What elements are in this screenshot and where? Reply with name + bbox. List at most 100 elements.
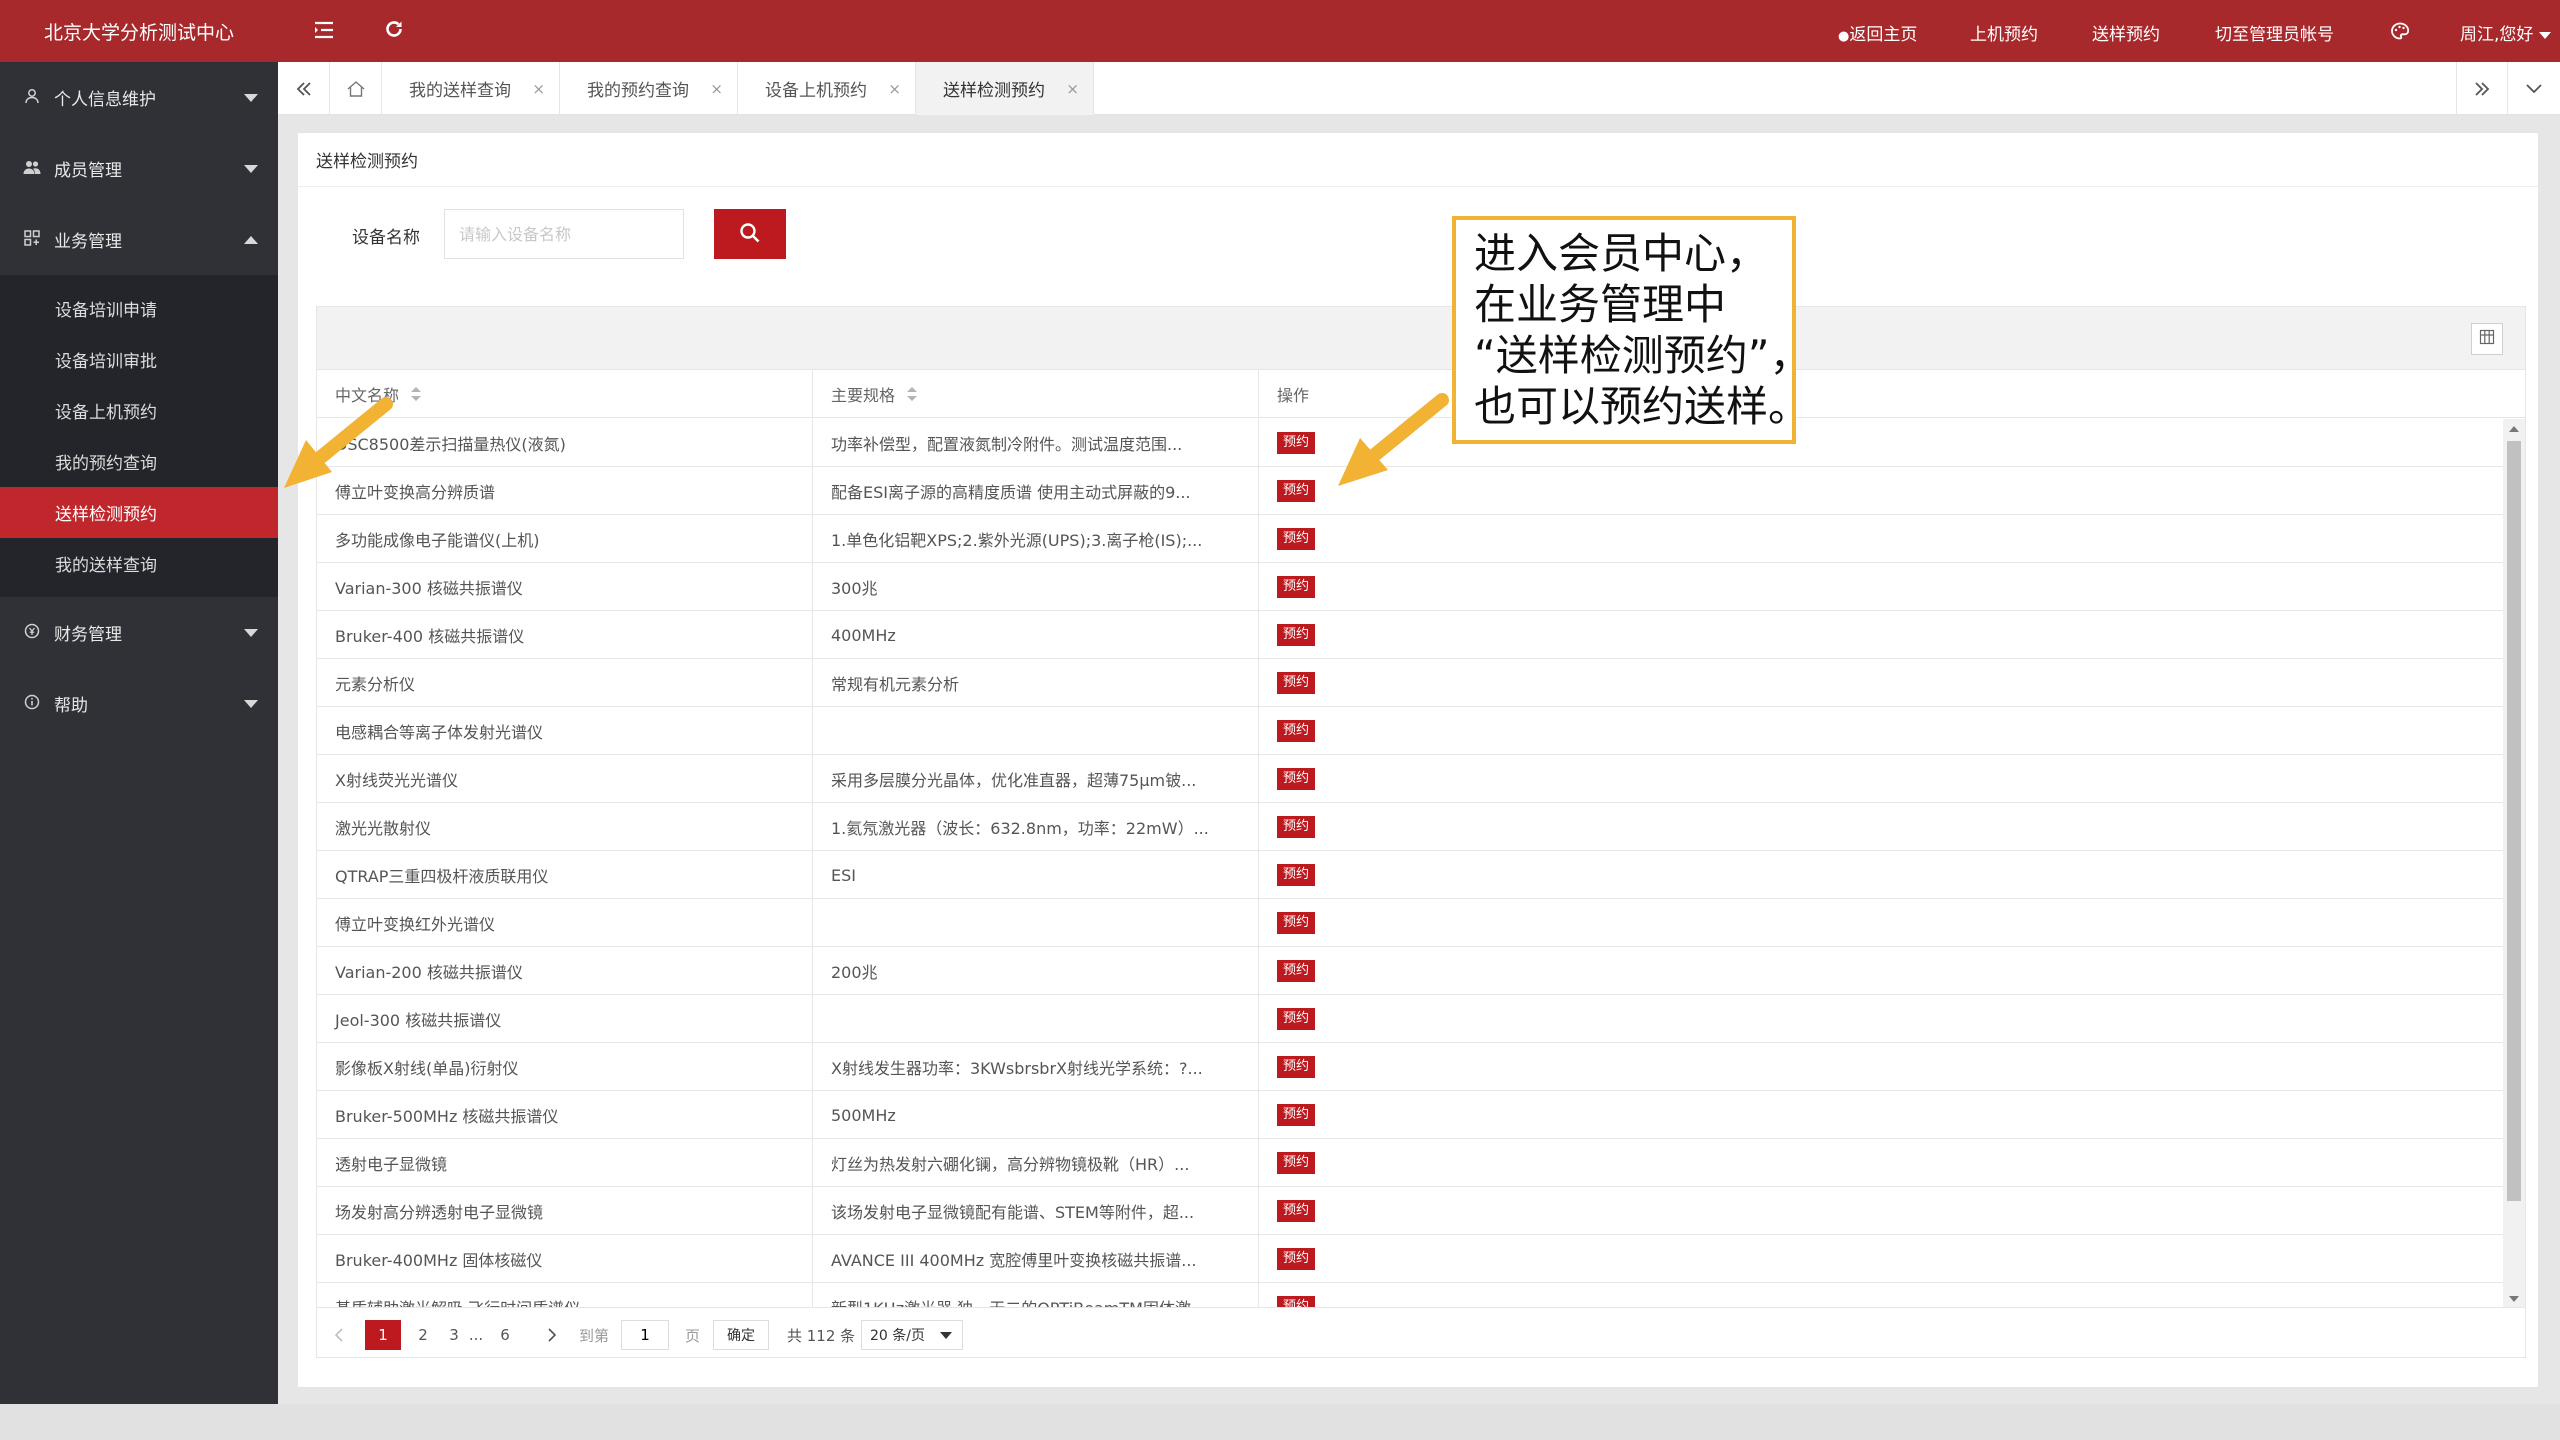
annotation-line: “送样检测预约”，	[1474, 331, 1812, 380]
prev-page-icon[interactable]	[331, 1320, 347, 1350]
sidebar-item-my-bookings[interactable]: 我的预约查询	[0, 436, 278, 487]
machine-booking-link[interactable]: 上机预约	[1970, 20, 2038, 45]
page-button[interactable]: 6	[487, 1320, 523, 1350]
book-button[interactable]: 预约	[1277, 1152, 1316, 1174]
cell-device-name: Varian-300 核磁共振谱仪	[317, 563, 813, 611]
cell-device-spec: 常规有机元素分析	[813, 659, 1259, 707]
sidebar-item-training-apply[interactable]: 设备培训申请	[0, 283, 278, 334]
sidebar-group-profile[interactable]: 个人信息维护	[0, 62, 278, 133]
goto-confirm-button[interactable]: 确定	[713, 1320, 769, 1350]
cell-device-spec: X射线发生器功率：3KWsbrsbrX射线光学系统：?...	[813, 1043, 1259, 1091]
chevron-down-icon	[244, 699, 258, 708]
annotation-callout: 进入会员中心， 在业务管理中 “送样检测预约”， 也可以预约送样。	[1452, 216, 1812, 444]
cell-device-spec: 200兆	[813, 947, 1259, 995]
sidebar-group-members[interactable]: 成员管理	[0, 133, 278, 204]
book-button[interactable]: 预约	[1277, 1248, 1316, 1270]
book-button[interactable]: 预约	[1277, 480, 1316, 502]
sidebar-item-my-samples[interactable]: 我的送样查询	[0, 538, 278, 589]
close-icon[interactable]: ×	[532, 80, 545, 98]
cell-device-name: 场发射高分辨透射电子显微镜	[317, 1187, 813, 1235]
app-title: 北京大学分析测试中心	[0, 0, 278, 62]
cell-device-spec: 1.单色化铝靶XPS;2.紫外光源(UPS);3.离子枪(IS);...	[813, 515, 1259, 563]
close-icon[interactable]: ×	[710, 80, 723, 98]
search-input[interactable]	[444, 209, 684, 259]
cell-device-spec: 300兆	[813, 563, 1259, 611]
table-row: 元素分析仪 常规有机元素分析 预约	[317, 659, 2505, 707]
scroll-up-icon[interactable]	[2509, 426, 2519, 432]
tabs-scroll-right-icon[interactable]	[2456, 62, 2508, 115]
cell-action: 预约	[1259, 1091, 2505, 1139]
book-button[interactable]: 预约	[1277, 1008, 1316, 1030]
page-button-current[interactable]: 1	[365, 1320, 401, 1350]
home-tab[interactable]	[330, 62, 382, 115]
tab-my-samples[interactable]: 我的送样查询 ×	[382, 62, 560, 115]
page-button[interactable]: 2	[405, 1320, 441, 1350]
cell-action: 预约	[1259, 611, 2505, 659]
tabs-menu-chevron-down-icon[interactable]	[2508, 62, 2560, 115]
scrollbar-thumb[interactable]	[2507, 441, 2521, 1201]
tab-my-bookings[interactable]: 我的预约查询 ×	[560, 62, 738, 115]
table-row: Bruker-400 核磁共振谱仪 400MHz 预约	[317, 611, 2505, 659]
sort-icon[interactable]	[907, 387, 918, 401]
page-ellipsis: ...	[468, 1326, 484, 1344]
column-filter-button[interactable]	[2471, 323, 2503, 355]
user-icon	[22, 88, 42, 108]
sidebar-item-training-approve[interactable]: 设备培训审批	[0, 334, 278, 385]
tabs-scroll-left-icon[interactable]	[278, 62, 330, 115]
goto-page-input[interactable]	[621, 1320, 669, 1350]
search-button[interactable]	[714, 209, 786, 259]
book-button[interactable]: 预约	[1277, 768, 1316, 790]
cell-device-name: 傅立叶变换红外光谱仪	[317, 899, 813, 947]
close-icon[interactable]: ×	[1066, 80, 1079, 98]
cell-action: 预约	[1259, 755, 2505, 803]
book-button[interactable]: 预约	[1277, 432, 1316, 454]
annotation-line: 进入会员中心，	[1474, 229, 1769, 278]
hamburger-icon[interactable]	[314, 20, 334, 45]
page-size-select[interactable]: 20 条/页	[861, 1320, 963, 1350]
cell-device-name: 元素分析仪	[317, 659, 813, 707]
sidebar-item-sample-booking[interactable]: 送样检测预约	[0, 487, 278, 538]
close-icon[interactable]: ×	[888, 80, 901, 98]
next-page-icon[interactable]	[543, 1320, 561, 1350]
tab-sample-booking[interactable]: 送样检测预约 ×	[916, 62, 1094, 115]
cell-device-spec	[813, 707, 1259, 755]
page-button[interactable]: 3	[441, 1320, 467, 1350]
chevron-down-icon	[244, 628, 258, 637]
book-button[interactable]: 预约	[1277, 1104, 1316, 1126]
sample-booking-link[interactable]: 送样预约	[2092, 20, 2160, 45]
sort-icon[interactable]	[411, 387, 422, 401]
book-button[interactable]: 预约	[1277, 912, 1316, 934]
cell-action: 预约	[1259, 803, 2505, 851]
sidebar-item-machine-booking[interactable]: 设备上机预约	[0, 385, 278, 436]
annotation-arrow-right	[1338, 393, 1449, 486]
sidebar-group-business[interactable]: 业务管理	[0, 204, 278, 275]
table-row: 电感耦合等离子体发射光谱仪 预约	[317, 707, 2505, 755]
book-button[interactable]: 预约	[1277, 1200, 1316, 1222]
scroll-down-icon[interactable]	[2509, 1296, 2519, 1302]
column-header-spec[interactable]: 主要规格	[813, 370, 1259, 418]
content-panel: 送样检测预约 设备名称 中文名称 主要规格 操作 DSC8500差示扫描量热仪(…	[298, 133, 2538, 1387]
book-button[interactable]: 预约	[1277, 960, 1316, 982]
back-home-link[interactable]: ●返回主页	[1838, 20, 1917, 45]
cell-action: 预约	[1259, 563, 2505, 611]
pagination: 1 2 3 ... 6 到第 页 确定 共 112 条 20 条/页	[317, 1307, 2525, 1357]
book-button[interactable]: 预约	[1277, 1056, 1316, 1078]
book-button[interactable]: 预约	[1277, 528, 1316, 550]
book-button[interactable]: 预约	[1277, 624, 1316, 646]
book-button[interactable]: 预约	[1277, 672, 1316, 694]
tab-machine-booking[interactable]: 设备上机预约 ×	[738, 62, 916, 115]
palette-icon[interactable]	[2390, 21, 2410, 46]
switch-admin-link[interactable]: 切至管理员帐号	[2215, 20, 2334, 45]
annotation-line: 也可以预约送样。	[1474, 382, 1811, 431]
sidebar-group-finance[interactable]: 财务管理	[0, 597, 278, 668]
book-button[interactable]: 预约	[1277, 576, 1316, 598]
user-menu[interactable]: 周江,您好	[2460, 20, 2552, 45]
book-button[interactable]: 预约	[1277, 720, 1316, 742]
book-button[interactable]: 预约	[1277, 864, 1316, 886]
refresh-icon[interactable]	[384, 19, 404, 45]
cell-device-name: QTRAP三重四极杆液质联用仪	[317, 851, 813, 899]
cell-device-name: Bruker-500MHz 核磁共振谱仪	[317, 1091, 813, 1139]
table-scrollbar[interactable]	[2503, 419, 2525, 1309]
book-button[interactable]: 预约	[1277, 816, 1316, 838]
sidebar-group-help[interactable]: 帮助	[0, 668, 278, 739]
